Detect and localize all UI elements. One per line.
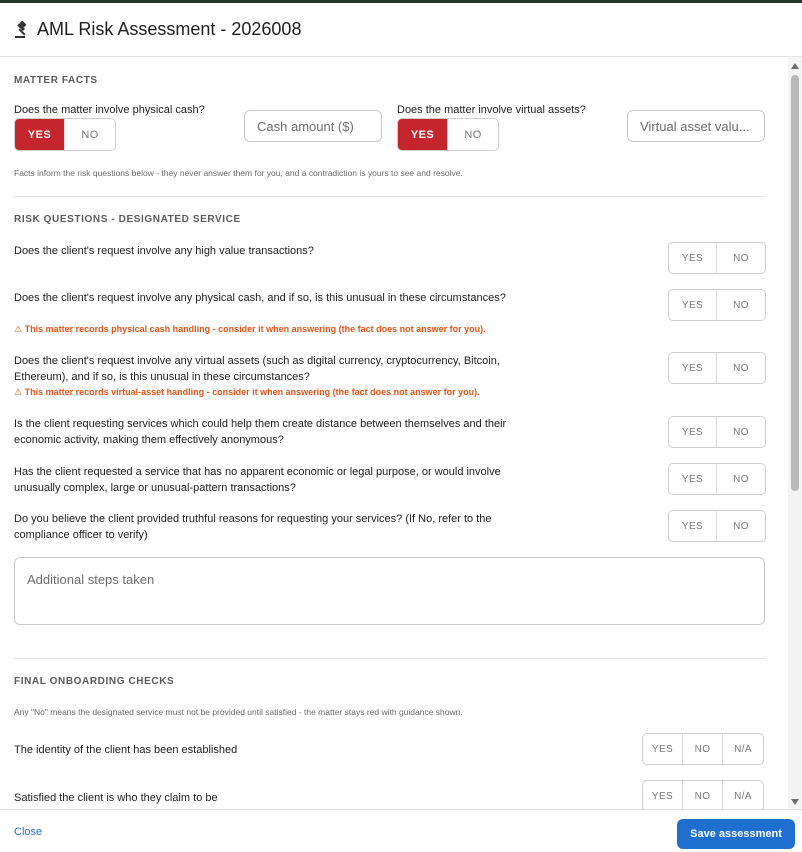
final-check-2: Satisfied the client is who they claim t…	[14, 792, 218, 804]
final-check-2-toggle: YES NO N/A	[642, 780, 764, 809]
risk-questions-heading: RISK QUESTIONS - DESIGNATED SERVICE	[14, 214, 241, 225]
final-check-1: The identity of the client has been esta…	[14, 744, 238, 756]
dialog-footer: Close Save assessment	[0, 809, 802, 852]
na-button[interactable]: N/A	[723, 734, 763, 764]
cash-toggle: YES NO	[14, 118, 116, 151]
virtual-asset-warning: ⚠ This matter records virtual-asset hand…	[14, 387, 480, 397]
dialog-title: AML Risk Assessment - 2026008	[37, 19, 302, 39]
scroll-up-icon[interactable]	[791, 63, 799, 69]
no-button[interactable]: NO	[717, 353, 765, 383]
yes-button[interactable]: YES	[669, 417, 717, 447]
virtual-no-button[interactable]: NO	[448, 119, 498, 150]
risk-question-2-toggle: YES NO	[668, 289, 766, 321]
dialog-body: MATTER FACTS Does the matter involve phy…	[0, 57, 788, 809]
cash-no-button[interactable]: NO	[65, 119, 115, 150]
facts-note: Facts inform the risk questions below - …	[14, 168, 463, 178]
yes-button[interactable]: YES	[669, 243, 717, 273]
yes-button[interactable]: YES	[643, 781, 683, 809]
no-button[interactable]: NO	[717, 511, 765, 541]
no-button[interactable]: NO	[717, 417, 765, 447]
matter-facts-heading: MATTER FACTS	[14, 75, 98, 86]
risk-question-6: Do you believe the client provided truth…	[14, 513, 492, 541]
risk-question-4-toggle: YES NO	[668, 416, 766, 448]
risk-question-2: Does the client's request involve any ph…	[14, 292, 506, 304]
no-button[interactable]: NO	[683, 734, 723, 764]
risk-question-5-toggle: YES NO	[668, 463, 766, 495]
risk-question-3: Does the client's request involve any vi…	[14, 355, 500, 383]
final-checks-heading: FINAL ONBOARDING CHECKS	[14, 676, 175, 687]
gavel-icon	[15, 20, 27, 38]
divider	[14, 658, 765, 659]
additional-steps-textarea[interactable]: Additional steps taken	[14, 557, 765, 625]
yes-button[interactable]: YES	[669, 511, 717, 541]
risk-question-1: Does the client's request involve any hi…	[14, 245, 314, 257]
no-button[interactable]: NO	[683, 781, 723, 809]
no-button[interactable]: NO	[717, 243, 765, 273]
virtual-toggle: YES NO	[397, 118, 499, 151]
yes-button[interactable]: YES	[669, 290, 717, 320]
cash-yes-button[interactable]: YES	[15, 119, 65, 150]
cash-question-label: Does the matter involve physical cash?	[14, 104, 205, 116]
cash-amount-input[interactable]: Cash amount ($)	[244, 110, 382, 142]
vertical-scrollbar[interactable]	[788, 57, 802, 809]
scroll-thumb[interactable]	[791, 75, 799, 491]
cash-warning: ⚠ This matter records physical cash hand…	[14, 324, 486, 334]
risk-question-6-toggle: YES NO	[668, 510, 766, 542]
risk-question-1-toggle: YES NO	[668, 242, 766, 274]
risk-question-3-toggle: YES NO	[668, 352, 766, 384]
final-check-1-toggle: YES NO N/A	[642, 733, 764, 765]
no-button[interactable]: NO	[717, 464, 765, 494]
divider	[14, 196, 765, 197]
virtual-question-label: Does the matter involve virtual assets?	[397, 104, 586, 116]
virtual-asset-value-input[interactable]: Virtual asset valu...	[627, 110, 765, 142]
yes-button[interactable]: YES	[669, 353, 717, 383]
dialog-header: AML Risk Assessment - 2026008	[0, 3, 802, 57]
na-button[interactable]: N/A	[723, 781, 763, 809]
risk-question-5: Has the client requested a service that …	[14, 466, 501, 494]
risk-question-4: Is the client requesting services which …	[14, 418, 507, 446]
yes-button[interactable]: YES	[669, 464, 717, 494]
yes-button[interactable]: YES	[643, 734, 683, 764]
save-assessment-button[interactable]: Save assessment	[677, 819, 795, 849]
close-link[interactable]: Close	[14, 826, 42, 838]
final-checks-note: Any "No" means the designated service mu…	[14, 707, 463, 717]
no-button[interactable]: NO	[717, 290, 765, 320]
virtual-yes-button[interactable]: YES	[398, 119, 448, 150]
scroll-down-icon[interactable]	[791, 799, 799, 805]
